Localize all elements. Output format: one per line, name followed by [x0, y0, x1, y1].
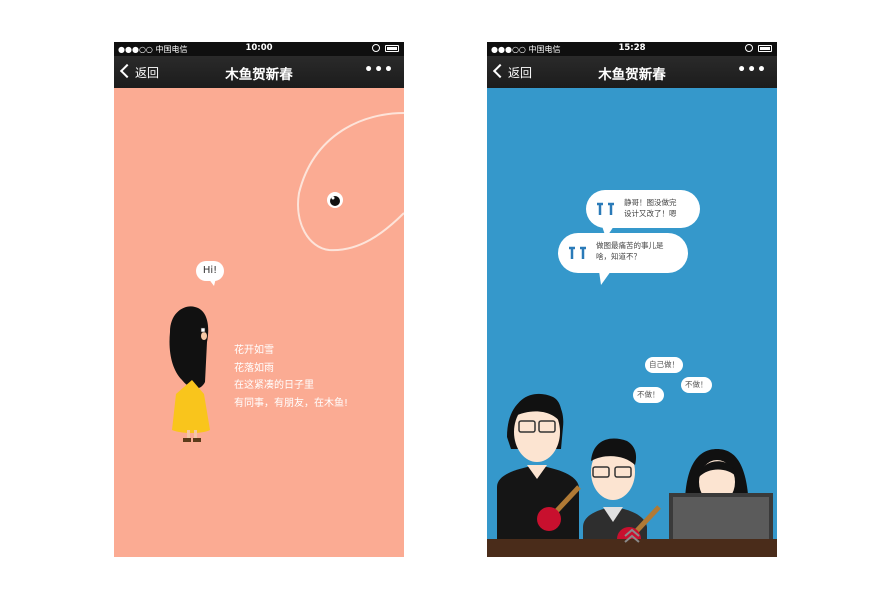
office-workers-illustration	[497, 393, 773, 557]
battery-icon	[758, 45, 772, 52]
bubble-line: 设计又改了！嗯	[624, 209, 677, 218]
poem-line: 在这紧凑的日子里	[234, 380, 314, 391]
speech-tail	[208, 278, 216, 286]
crying-eyes-icon	[597, 202, 614, 215]
clock: 15:28	[618, 43, 646, 53]
phone-screen-right: ●●●○○ 中国电信 15:28 返回 木鱼贺新春 ••• 静哥！图没做完 设计…	[487, 42, 777, 557]
scroll-up-icon[interactable]	[622, 528, 642, 544]
crying-eyes-icon	[569, 246, 586, 259]
nav-bar: 返回 木鱼贺新春 •••	[114, 56, 404, 88]
bubble-text: 做图最痛苦的事儿是 啥，知道不？	[596, 240, 664, 262]
more-menu-button[interactable]: •••	[737, 62, 767, 78]
bubble-line: 静哥！图没做完	[624, 198, 677, 207]
whale-illustration	[297, 112, 404, 252]
clock: 10:00	[245, 43, 273, 53]
poem-line: 花开如雪	[234, 345, 274, 356]
battery-icon	[385, 45, 399, 52]
poem-line: 花落如雨	[234, 362, 274, 374]
bubble-text: 静哥！图没做完 设计又改了！嗯	[624, 197, 677, 219]
page-title: 木鱼贺新春	[598, 67, 666, 83]
nav-bar: 返回 木鱼贺新春 •••	[487, 56, 777, 88]
bubble-line: 啥，知道不？	[596, 252, 641, 261]
rotation-lock-icon	[372, 44, 380, 52]
page-title: 木鱼贺新春	[225, 67, 293, 83]
phone-screen-left: ●●●○○ 中国电信 10:00 返回 木鱼贺新春 ••• Hi! 花开如雪 花…	[114, 42, 404, 557]
bubble-tail	[599, 271, 611, 285]
bubble-line: 做图最痛苦的事儿是	[596, 241, 664, 250]
poem-text: 花开如雪 花落如雨 在这紧凑的日子里 有同事，有朋友，在木鱼!	[234, 342, 348, 412]
poem-line: 有同事，有朋友，在木鱼!	[234, 397, 349, 409]
chat-bubble: 静哥！图没做完 设计又改了！嗯	[586, 190, 700, 228]
girl-character	[169, 306, 210, 442]
more-menu-button[interactable]: •••	[364, 62, 394, 78]
status-bar: ●●●○○ 中国电信 15:28	[487, 42, 777, 56]
rotation-lock-icon	[745, 44, 753, 52]
illustration-area: 静哥！图没做完 设计又改了！嗯 做图最痛苦的事儿是 啥，知道不？ 自己做！ 不做…	[487, 88, 777, 557]
chat-bubble: 做图最痛苦的事儿是 啥，知道不？	[558, 233, 688, 273]
illustration-area: Hi! 花开如雪 花落如雨 在这紧凑的日子里 有同事，有朋友，在木鱼!	[114, 88, 404, 557]
status-bar: ●●●○○ 中国电信 10:00	[114, 42, 404, 56]
